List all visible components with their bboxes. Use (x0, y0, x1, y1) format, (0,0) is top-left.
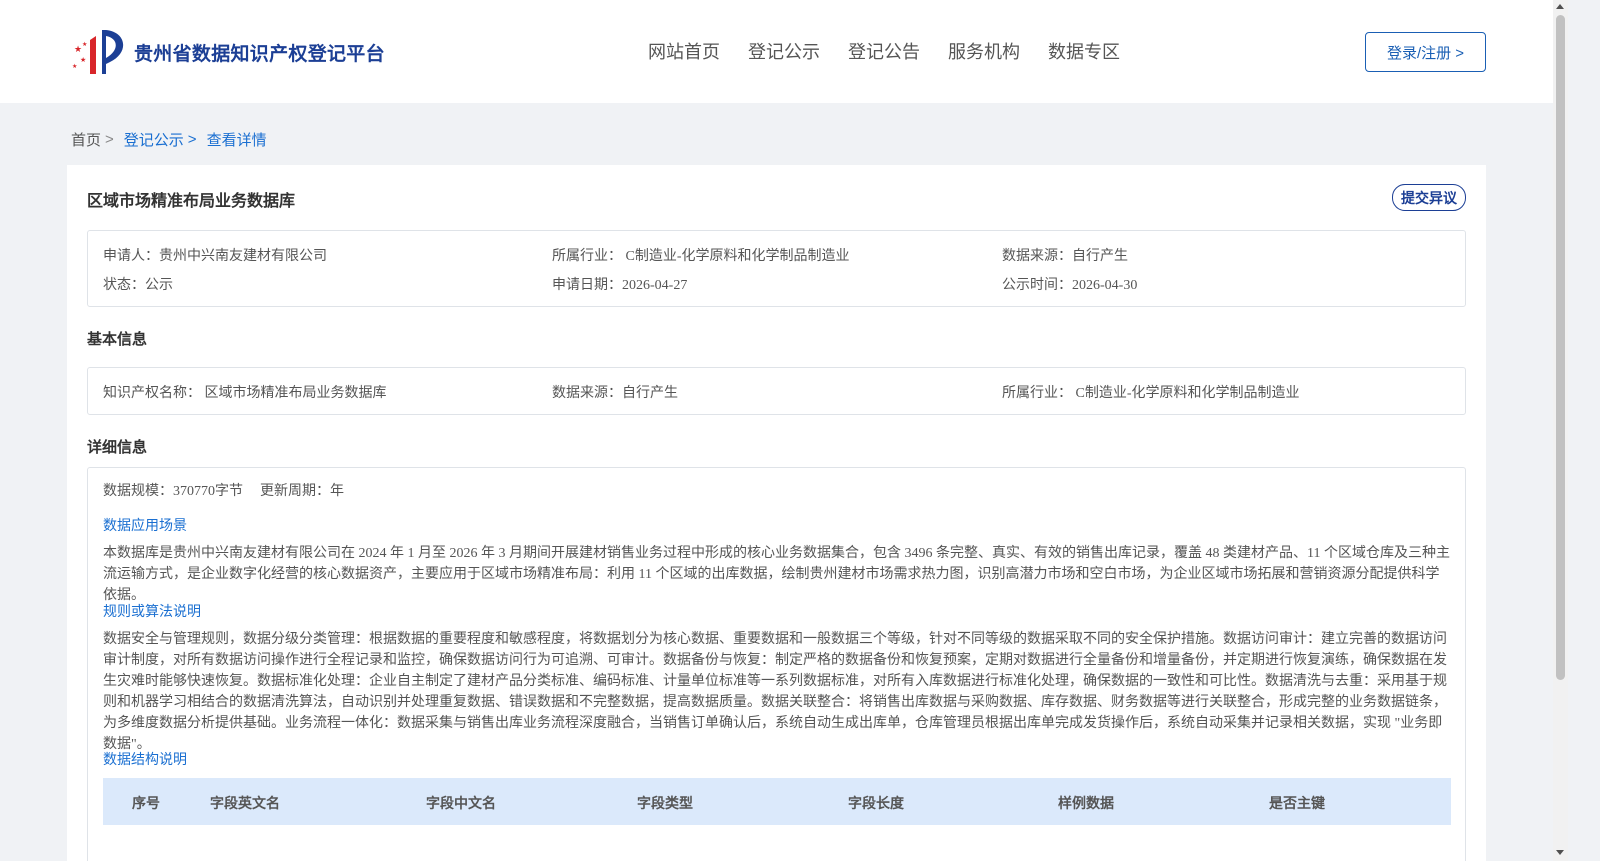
publish-date-field: 公示时间：2026-04-30 (1002, 278, 1138, 293)
scroll-thumb[interactable] (1556, 15, 1565, 680)
submit-objection-button[interactable]: 提交异议 (1392, 184, 1466, 211)
scenario-heading: 数据应用场景 (103, 517, 187, 533)
breadcrumb-separator: > (105, 131, 114, 148)
nav-data-zone[interactable]: 数据专区 (1048, 38, 1120, 64)
col-field-en: 字段英文名 (210, 795, 280, 811)
applicant-field: 申请人：贵州中兴南友建材有限公司 (103, 249, 327, 264)
rules-text: 数据安全与管理规则，数据分级分类管理：根据数据的重要程度和敏感程度，将数据划分为… (103, 632, 1447, 752)
site-logo[interactable]: ★ ★ ★ ★ 贵州省数据知识产权登记平台 (70, 26, 385, 78)
col-field-cn: 字段中文名 (426, 795, 496, 811)
site-name: 贵州省数据知识产权登记平台 (134, 43, 385, 65)
summary-box: 申请人：贵州中兴南友建材有限公司 所属行业： C制造业-化学原料和化学制品制造业… (87, 230, 1466, 307)
structure-table-header: 序号 字段英文名 字段中文名 字段类型 字段长度 样例数据 是否主键 (103, 778, 1451, 825)
page-title: 区域市场精准布局业务数据库 (87, 193, 296, 210)
rules-heading: 规则或算法说明 (103, 603, 201, 619)
data-scale-field: 数据规模：370770字节 (103, 484, 243, 499)
ip-name-field: 知识产权名称： 区域市场精准布局业务数据库 (103, 386, 387, 401)
breadcrumb-home[interactable]: 首页 (71, 129, 101, 150)
basic-industry-field: 所属行业： C制造业-化学原料和化学制品制造业 (1002, 386, 1300, 401)
basic-info-heading: 基本信息 (87, 331, 148, 348)
svg-text:★: ★ (82, 41, 87, 48)
industry-field: 所属行业： C制造业-化学原料和化学制品制造业 (552, 249, 850, 264)
scenario-text: 本数据库是贵州中兴南友建材有限公司在 2024 年 1 月至 2026 年 3 … (103, 546, 1450, 603)
main-nav: 网站首页 登记公示 登记公告 服务机构 数据专区 (648, 38, 1120, 64)
col-index: 序号 (132, 795, 160, 811)
svg-text:★: ★ (72, 63, 77, 70)
nav-home[interactable]: 网站首页 (648, 38, 720, 64)
site-header: ★ ★ ★ ★ 贵州省数据知识产权登记平台 网站首页 登记公示 登记公告 服务机… (0, 0, 1553, 103)
svg-text:★: ★ (74, 44, 82, 54)
status-field: 状态：公示 (103, 278, 173, 293)
detail-info-heading: 详细信息 (87, 439, 148, 456)
structure-heading: 数据结构说明 (103, 751, 187, 767)
data-source-field: 数据来源：自行产生 (1002, 249, 1128, 264)
login-register-button[interactable]: 登录/注册 > (1365, 32, 1486, 72)
breadcrumb-current: 查看详情 (206, 132, 267, 149)
breadcrumb-separator: > (187, 131, 197, 148)
breadcrumb: 首页 > 登记公示 > 查看详情 (71, 129, 267, 150)
basic-data-source-field: 数据来源：自行产生 (552, 386, 678, 401)
detail-card: 区域市场精准布局业务数据库 提交异议 申请人：贵州中兴南友建材有限公司 所属行业… (67, 165, 1486, 861)
nav-service-agencies[interactable]: 服务机构 (948, 38, 1020, 64)
svg-text:★: ★ (80, 56, 86, 64)
nav-registration-publicity[interactable]: 登记公示 (748, 38, 820, 64)
page-scrollbar[interactable] (1553, 0, 1568, 861)
update-cycle-field: 更新周期：年 (260, 484, 344, 499)
col-primary-key: 是否主键 (1269, 795, 1325, 811)
logo-emblem-icon: ★ ★ ★ ★ (72, 30, 124, 74)
col-field-type: 字段类型 (637, 795, 693, 811)
col-field-length: 字段长度 (848, 795, 904, 811)
nav-registration-announcement[interactable]: 登记公告 (848, 38, 920, 64)
basic-info-box: 知识产权名称： 区域市场精准布局业务数据库 数据来源：自行产生 所属行业： C制… (87, 367, 1466, 415)
col-sample: 样例数据 (1058, 795, 1114, 811)
scroll-down-icon[interactable] (1556, 850, 1564, 855)
scroll-up-icon[interactable] (1556, 4, 1564, 9)
detail-info-box: 数据规模：370770字节 更新周期：年 数据应用场景 本数据库是贵州中兴南友建… (87, 467, 1466, 861)
breadcrumb-registration-publicity[interactable]: 登记公示 (124, 129, 184, 150)
apply-date-field: 申请日期：2026-04-27 (552, 278, 688, 293)
